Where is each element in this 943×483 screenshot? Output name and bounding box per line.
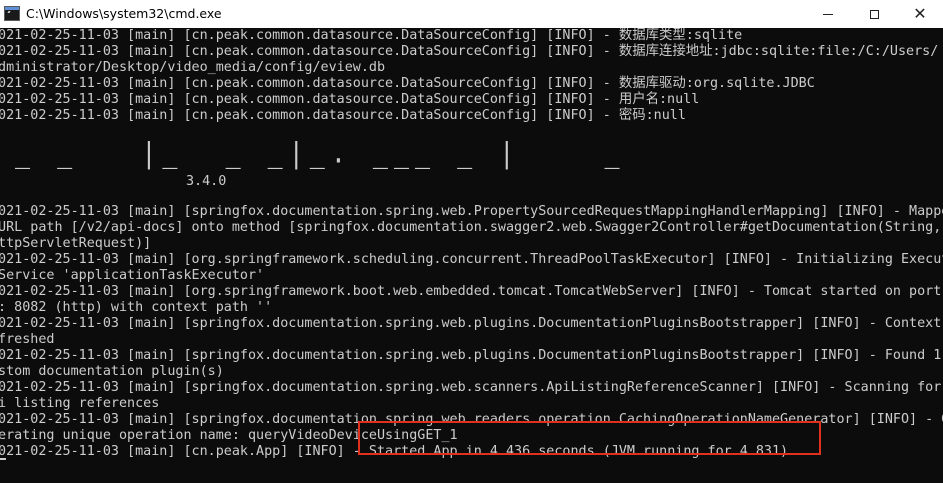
close-icon: ✕ — [913, 4, 927, 23]
cmd-window: C:\Windows\system32\cmd.exe ✕ 2021-02-25… — [0, 0, 943, 483]
console-line: 2021-02-25-11-03 [main] [cn.peak.common.… — [0, 92, 700, 107]
minimize-button[interactable] — [805, 0, 851, 28]
console-line: 2021-02-25-11-03 [main] [springfox.docum… — [0, 316, 943, 331]
console-line: HttpServletRequest)] — [0, 236, 152, 251]
console-line: 2021-02-25-11-03 [main] [org.springframe… — [0, 284, 943, 299]
window-title: C:\Windows\system32\cmd.exe — [26, 6, 222, 21]
console-line: rService 'applicationTaskExecutor' — [0, 268, 265, 283]
console-line: 2021-02-25-11-03 [main] [cn.peak.common.… — [0, 76, 815, 91]
console-line: URL path [/v2/api-docs] onto method [spr… — [0, 220, 942, 235]
console-line: 2021-02-25-11-03 [main] [cn.peak.common.… — [0, 44, 939, 59]
console-line: 2021-02-25-11-03 [main] [springfox.docum… — [0, 204, 943, 219]
console-line: pi listing references — [0, 396, 160, 411]
text-cursor — [0, 458, 6, 460]
title-bar[interactable]: C:\Windows\system32\cmd.exe ✕ — [0, 0, 943, 28]
console-line: Administrator/Desktop/video_media/config… — [0, 60, 386, 75]
cmd-icon[interactable] — [4, 6, 20, 21]
console-line: 2021-02-25-11-03 [main] [cn.peak.common.… — [0, 108, 686, 123]
console-line: 2021-02-25-11-03 [main] [org.springframe… — [0, 252, 943, 267]
maximize-button[interactable] — [851, 0, 897, 28]
console-line: efreshed — [0, 332, 55, 347]
minimize-icon — [823, 13, 833, 15]
highlight-annotation — [358, 421, 821, 455]
mybatis-plus-banner: _ _ |_ _ _|_. ___ _ | _ — [0, 136, 647, 170]
console-line: 2021-02-25-11-03 [main] [springfox.docum… — [0, 380, 943, 395]
maximize-icon — [869, 9, 879, 19]
console-output[interactable]: 2021-02-25-11-03 [main] [cn.peak.common.… — [0, 28, 943, 483]
banner-version: 3.4.0 — [186, 174, 227, 189]
close-button[interactable]: ✕ — [897, 0, 943, 28]
console-line: ): 8082 (http) with context path '' — [0, 300, 273, 315]
console-line: ustom documentation plugin(s) — [0, 364, 224, 379]
console-line: 2021-02-25-11-03 [main] [springfox.docum… — [0, 348, 943, 363]
console-line: 2021-02-25-11-03 [main] [cn.peak.common.… — [0, 28, 743, 43]
console-lines: 2021-02-25-11-03 [main] [cn.peak.common.… — [0, 28, 943, 460]
